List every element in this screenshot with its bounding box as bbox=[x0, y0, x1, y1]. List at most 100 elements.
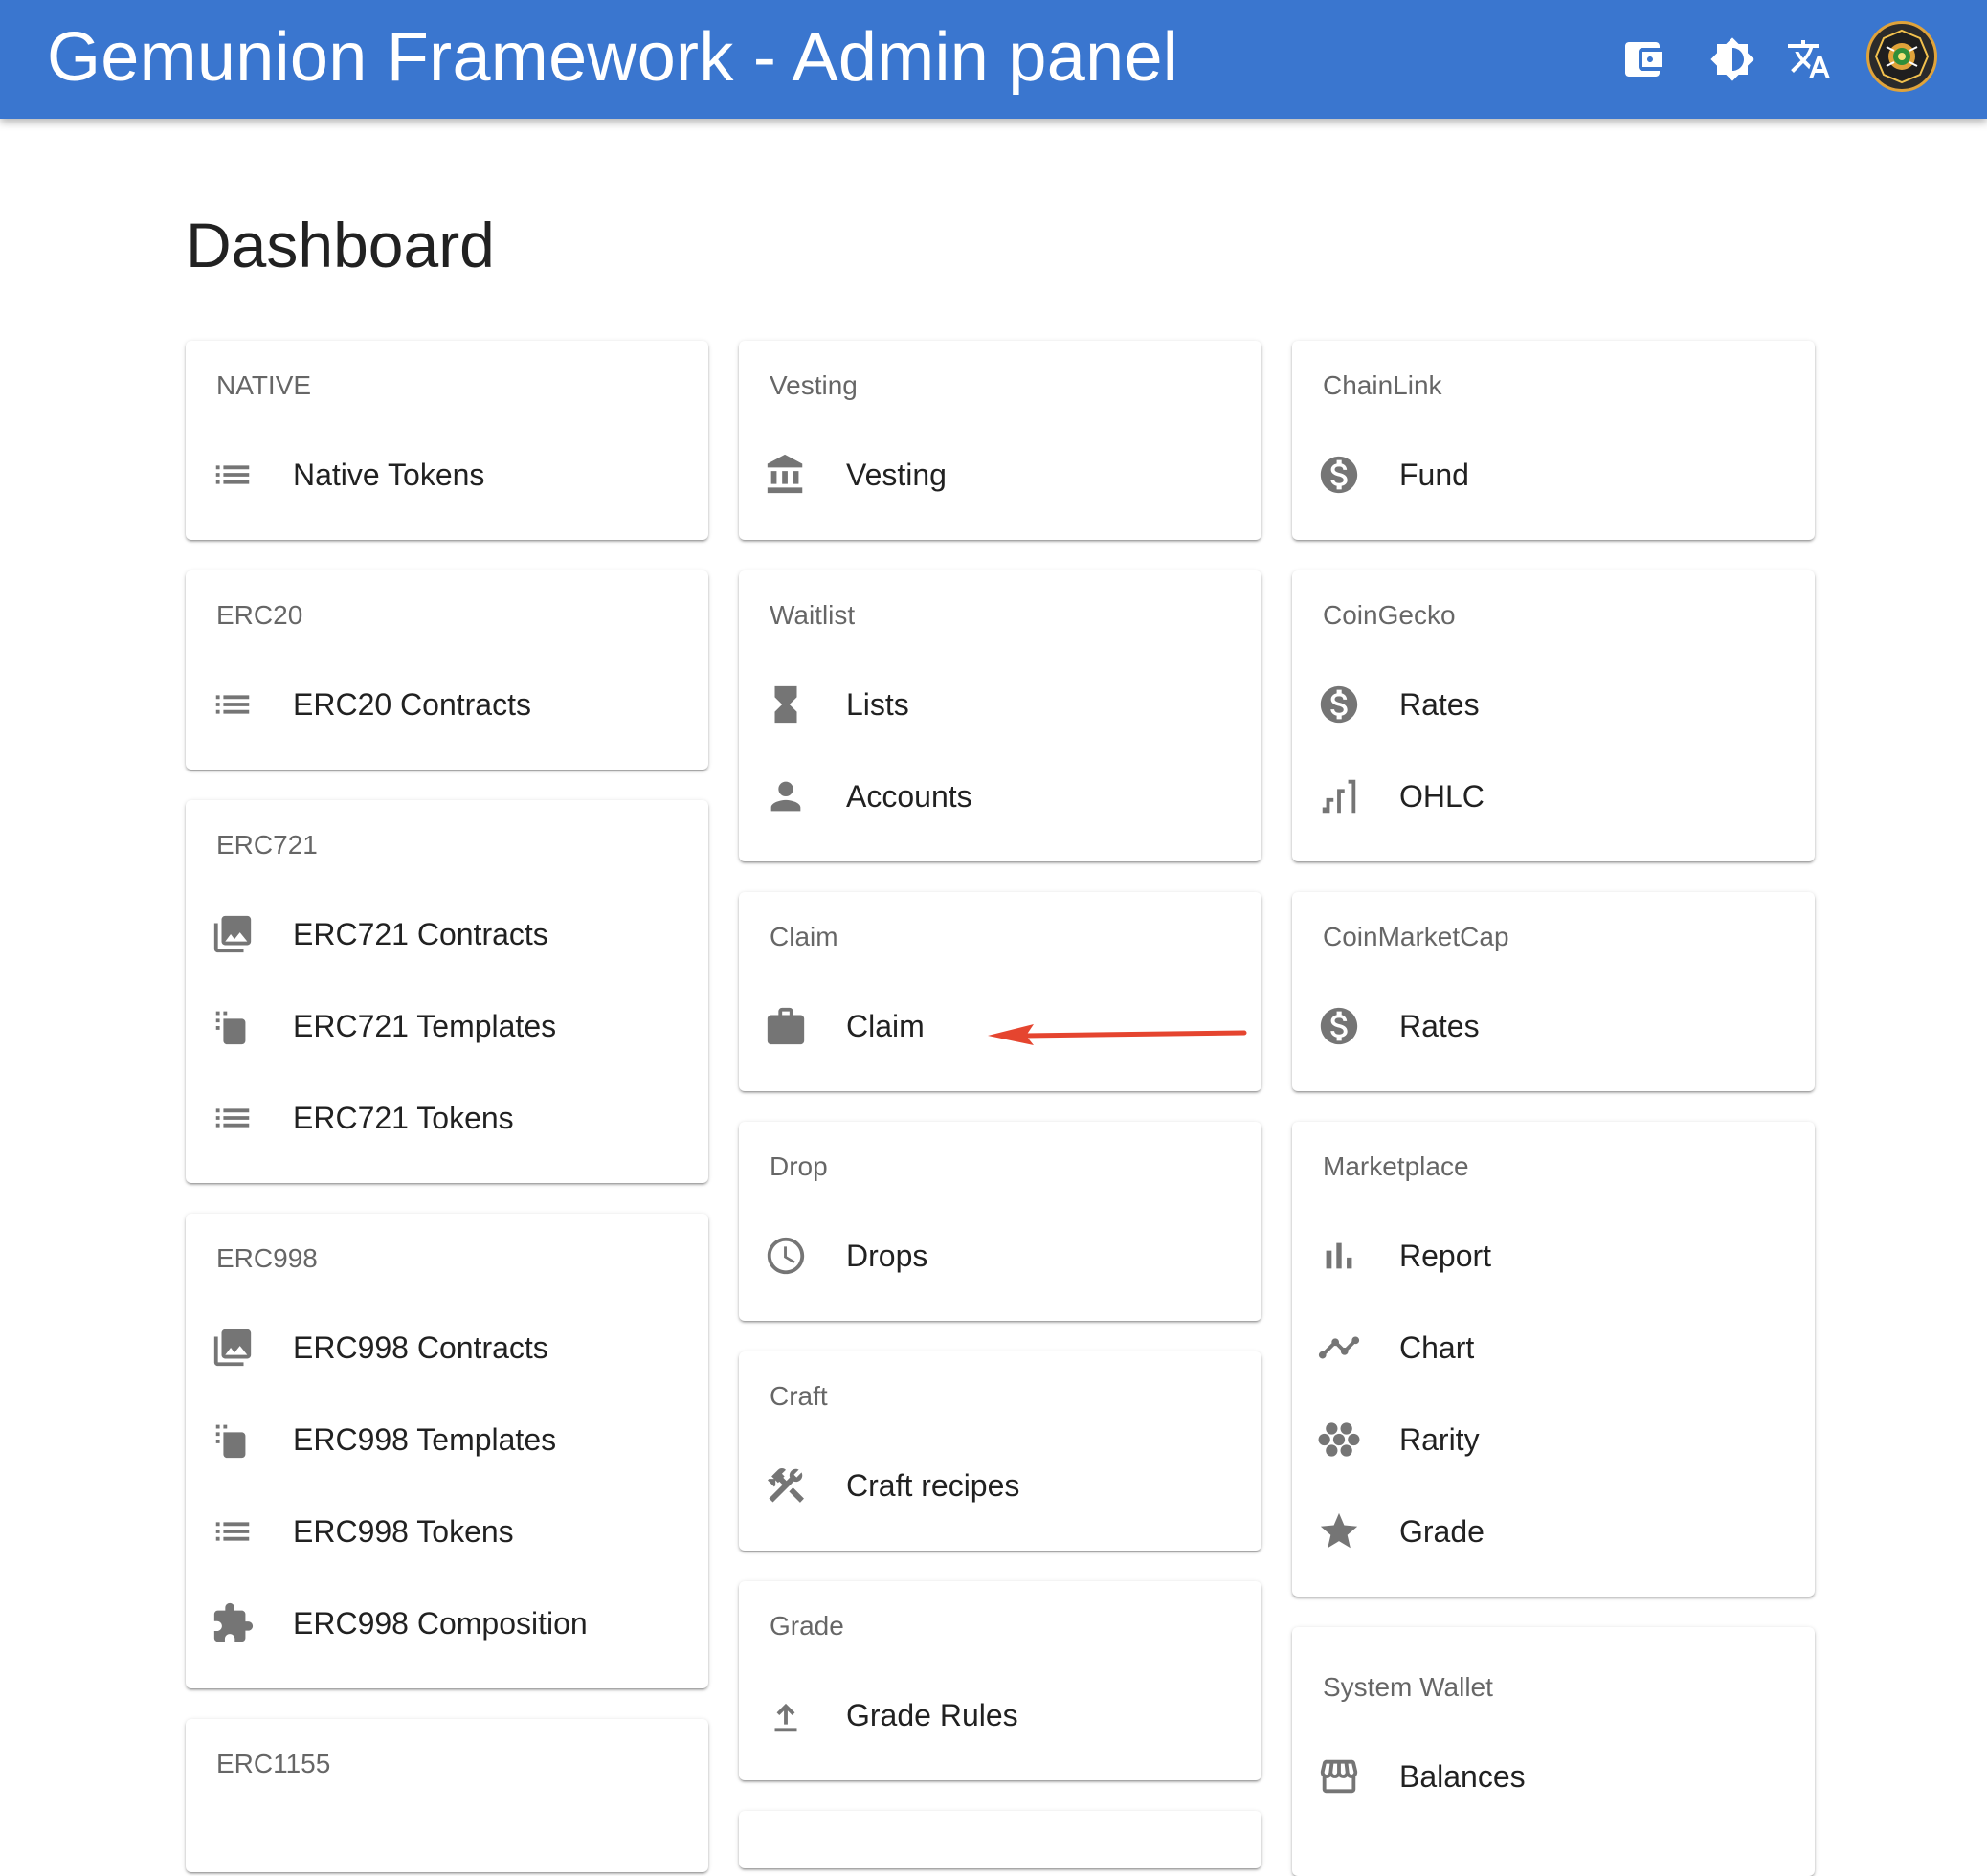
card-chainlink: ChainLink Fund bbox=[1292, 341, 1815, 540]
image-stack-icon bbox=[210, 1325, 256, 1371]
erc721-templates-item[interactable]: ERC721 Templates bbox=[186, 980, 708, 1072]
card-erc20: ERC20 ERC20 Contracts bbox=[186, 570, 708, 770]
item-label: Report bbox=[1399, 1239, 1492, 1273]
card-vesting: Vesting Vesting bbox=[739, 341, 1261, 540]
item-label: Vesting bbox=[846, 458, 947, 492]
item-label: Grade Rules bbox=[846, 1698, 1018, 1732]
item-label: Chart bbox=[1399, 1330, 1475, 1365]
balances-item[interactable]: Balances bbox=[1292, 1731, 1815, 1822]
card-partial bbox=[739, 1811, 1261, 1868]
list-icon bbox=[210, 681, 256, 727]
workspaces-icon bbox=[1316, 1417, 1362, 1463]
grade-rules-item[interactable]: Grade Rules bbox=[739, 1669, 1261, 1761]
card-title: ERC1155 bbox=[216, 1749, 331, 1778]
card-title: Craft bbox=[770, 1381, 828, 1411]
language-button[interactable] bbox=[1771, 21, 1847, 98]
item-label: ERC721 Tokens bbox=[293, 1101, 514, 1135]
lists-item[interactable]: Lists bbox=[739, 659, 1261, 750]
card-waitlist: Waitlist Lists Accounts bbox=[739, 570, 1261, 861]
item-label: OHLC bbox=[1399, 779, 1485, 814]
page-title: Dashboard bbox=[186, 210, 495, 280]
card-erc1155: ERC1155 bbox=[186, 1719, 708, 1872]
card-craft: Craft Craft recipes bbox=[739, 1351, 1261, 1551]
card-title: CoinMarketCap bbox=[1323, 922, 1509, 951]
report-item[interactable]: Report bbox=[1292, 1210, 1815, 1302]
item-label: Drops bbox=[846, 1239, 928, 1273]
accounts-item[interactable]: Accounts bbox=[739, 750, 1261, 842]
card-grade: Grade Grade Rules bbox=[739, 1581, 1261, 1780]
bank-icon bbox=[763, 452, 809, 498]
card-coinmarketcap: CoinMarketCap Rates bbox=[1292, 892, 1815, 1091]
app-bar: Gemunion Framework - Admin panel bbox=[0, 0, 1987, 119]
person-icon bbox=[763, 773, 809, 819]
clock-icon bbox=[763, 1233, 809, 1279]
coingecko-rates-item[interactable]: Rates bbox=[1292, 659, 1815, 750]
list-icon bbox=[210, 1095, 256, 1141]
card-title: ERC998 bbox=[216, 1243, 318, 1273]
dollar-icon bbox=[1316, 681, 1362, 727]
erc998-composition-item[interactable]: ERC998 Composition bbox=[186, 1577, 708, 1669]
card-system-wallet: System Wallet Balances bbox=[1292, 1627, 1815, 1876]
list-icon bbox=[210, 1508, 256, 1554]
item-label: Lists bbox=[846, 687, 909, 722]
wallet-button[interactable] bbox=[1604, 21, 1681, 98]
puzzle-icon bbox=[210, 1600, 256, 1646]
logo-avatar[interactable] bbox=[1866, 21, 1937, 92]
erc998-templates-item[interactable]: ERC998 Templates bbox=[186, 1394, 708, 1485]
ohlc-item[interactable]: OHLC bbox=[1292, 750, 1815, 842]
erc998-tokens-item[interactable]: ERC998 Tokens bbox=[186, 1485, 708, 1577]
upgrade-icon bbox=[763, 1692, 809, 1738]
card-title: Waitlist bbox=[770, 600, 856, 630]
item-label: ERC998 Templates bbox=[293, 1422, 557, 1457]
item-label: ERC20 Contracts bbox=[293, 687, 531, 722]
card-title: ERC721 bbox=[216, 830, 318, 860]
item-label: Claim bbox=[846, 1009, 925, 1043]
card-claim: Claim Claim bbox=[739, 892, 1261, 1091]
item-label: ERC998 Composition bbox=[293, 1606, 588, 1641]
app-title: Gemunion Framework - Admin panel bbox=[47, 19, 1179, 96]
item-label: Grade bbox=[1399, 1514, 1485, 1549]
vesting-item[interactable]: Vesting bbox=[739, 429, 1261, 521]
erc721-tokens-item[interactable]: ERC721 Tokens bbox=[186, 1072, 708, 1164]
store-icon bbox=[1316, 1753, 1362, 1799]
coinmarketcap-rates-item[interactable]: Rates bbox=[1292, 980, 1815, 1072]
item-label: Native Tokens bbox=[293, 458, 485, 492]
drops-item[interactable]: Drops bbox=[739, 1210, 1261, 1302]
native-tokens-item[interactable]: Native Tokens bbox=[186, 429, 708, 521]
fund-item[interactable]: Fund bbox=[1292, 429, 1815, 521]
erc998-contracts-item[interactable]: ERC998 Contracts bbox=[186, 1302, 708, 1394]
erc20-contracts-item[interactable]: ERC20 Contracts bbox=[186, 659, 708, 750]
line-chart-icon bbox=[1316, 1325, 1362, 1371]
translate-icon bbox=[1788, 40, 1830, 78]
grade-item[interactable]: Grade bbox=[1292, 1485, 1815, 1577]
craft-recipes-item[interactable]: Craft recipes bbox=[739, 1440, 1261, 1531]
item-label: Rates bbox=[1399, 687, 1480, 722]
card-title: NATIVE bbox=[216, 370, 312, 400]
item-label: ERC998 Tokens bbox=[293, 1514, 514, 1549]
item-label: Rarity bbox=[1399, 1422, 1480, 1457]
rarity-item[interactable]: Rarity bbox=[1292, 1394, 1815, 1485]
erc721-contracts-item[interactable]: ERC721 Contracts bbox=[186, 888, 708, 980]
card-title: Grade bbox=[770, 1611, 844, 1641]
card-native: NATIVE Native Tokens bbox=[186, 341, 708, 540]
card-title: System Wallet bbox=[1323, 1672, 1493, 1702]
card-drop: Drop Drops bbox=[739, 1122, 1261, 1321]
claim-item[interactable]: Claim bbox=[739, 980, 1261, 1072]
brightness-icon bbox=[1710, 37, 1754, 81]
item-label: ERC721 Contracts bbox=[293, 917, 548, 951]
item-label: Rates bbox=[1399, 1009, 1480, 1043]
candlestick-icon bbox=[1316, 773, 1362, 819]
copy-icon bbox=[210, 1417, 256, 1463]
card-erc998: ERC998 ERC998 Contracts ERC998 Templates… bbox=[186, 1214, 708, 1688]
card-title: Drop bbox=[770, 1151, 828, 1181]
item-label: Accounts bbox=[846, 779, 972, 814]
star-icon bbox=[1316, 1508, 1362, 1554]
hourglass-icon bbox=[763, 681, 809, 727]
gemunion-logo-icon bbox=[1874, 29, 1930, 84]
chart-item[interactable]: Chart bbox=[1292, 1302, 1815, 1394]
theme-toggle-button[interactable] bbox=[1694, 21, 1771, 98]
item-label: Fund bbox=[1399, 458, 1469, 492]
card-title: CoinGecko bbox=[1323, 600, 1456, 630]
list-icon bbox=[210, 452, 256, 498]
card-title: Claim bbox=[770, 922, 838, 951]
